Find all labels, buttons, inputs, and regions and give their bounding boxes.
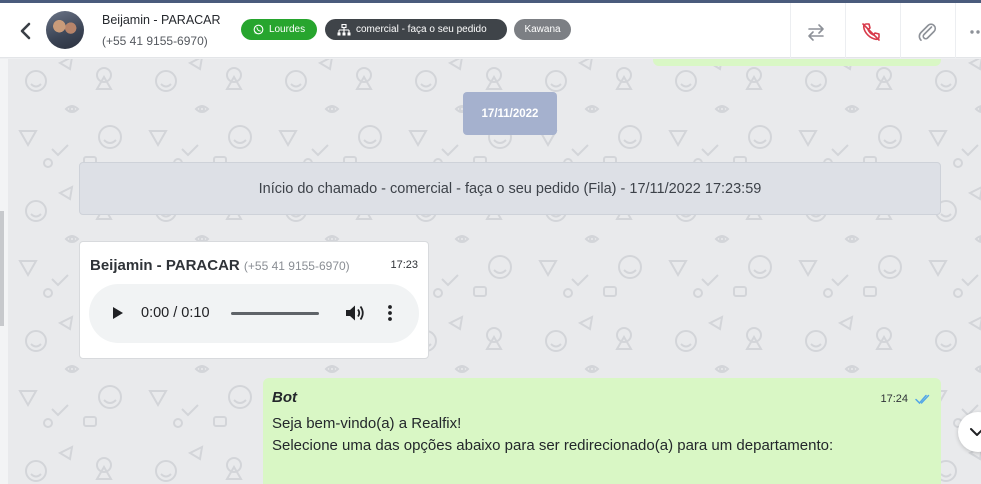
back-button[interactable] bbox=[16, 20, 36, 42]
sender-phone: (+55 41 9155-6970) bbox=[243, 259, 350, 273]
play-icon bbox=[113, 307, 123, 319]
contact-tag[interactable]: Kawana bbox=[514, 19, 571, 40]
message-text-line: Selecione uma das opções abaixo para ser… bbox=[272, 437, 834, 454]
message-sender: Beijamin - PARACAR (+55 41 9155-6970) bbox=[90, 257, 350, 274]
agent-tag-label: Lourdes bbox=[268, 24, 306, 35]
whatsapp-icon bbox=[253, 24, 264, 35]
audio-options-button[interactable] bbox=[387, 303, 393, 323]
outgoing-bot-message: Bot 17:24 Seja bem-vindo(a) a Realfix! S… bbox=[263, 378, 941, 484]
header-divider bbox=[845, 3, 846, 58]
more-options-button[interactable] bbox=[968, 21, 981, 43]
more-icon bbox=[970, 30, 980, 34]
queue-tag[interactable]: comercial - faça o seu pedido bbox=[325, 19, 507, 40]
end-call-button[interactable] bbox=[860, 21, 882, 43]
date-separator: 17/11/2022 bbox=[463, 92, 557, 135]
chevron-down-icon bbox=[970, 428, 981, 436]
chat-area[interactable]: 17/11/2022 Início do chamado - comercial… bbox=[0, 59, 981, 484]
message-sender: Bot bbox=[272, 389, 297, 406]
audio-player[interactable]: 0:00 / 0:10 bbox=[89, 284, 419, 343]
kebab-menu-icon bbox=[388, 305, 392, 321]
sender-name: Beijamin - PARACAR bbox=[90, 257, 240, 274]
chat-header: Beijamin - PARACAR (+55 41 9155-6970) Lo… bbox=[0, 3, 981, 58]
contact-name[interactable]: Beijamin - PARACAR bbox=[102, 13, 221, 27]
attach-button[interactable] bbox=[916, 21, 938, 43]
read-receipt-icon bbox=[915, 394, 930, 405]
audio-progress-bar[interactable] bbox=[231, 312, 319, 315]
contact-tag-label: Kawana bbox=[524, 24, 561, 35]
system-message: Início do chamado - comercial - faça o s… bbox=[79, 162, 941, 215]
queue-tag-label: comercial - faça o seu pedido bbox=[356, 24, 487, 35]
message-text-line: Seja bem-vindo(a) a Realfix! bbox=[272, 415, 462, 432]
agent-tag[interactable]: Lourdes bbox=[241, 19, 317, 40]
volume-button[interactable] bbox=[344, 303, 366, 323]
chevron-left-icon bbox=[20, 22, 31, 40]
header-divider bbox=[790, 3, 791, 58]
volume-icon bbox=[346, 305, 364, 321]
sitemap-icon bbox=[337, 23, 351, 35]
end-call-icon bbox=[862, 23, 880, 41]
previous-message-bubble bbox=[653, 59, 941, 66]
play-button[interactable] bbox=[111, 306, 125, 320]
attach-icon bbox=[918, 23, 937, 41]
transfer-button[interactable] bbox=[805, 21, 827, 43]
avatar[interactable] bbox=[46, 11, 84, 49]
incoming-audio-message: Beijamin - PARACAR (+55 41 9155-6970) 17… bbox=[79, 241, 429, 359]
transfer-icon bbox=[808, 24, 824, 41]
contact-phone: (+55 41 9155-6970) bbox=[102, 34, 208, 48]
message-time: 17:23 bbox=[390, 259, 418, 271]
left-panel-edge bbox=[0, 59, 8, 484]
audio-time-display: 0:00 / 0:10 bbox=[141, 305, 210, 321]
header-divider bbox=[900, 3, 901, 58]
message-time: 17:24 bbox=[880, 393, 908, 405]
scrollbar-thumb[interactable] bbox=[0, 211, 4, 326]
header-divider bbox=[955, 3, 956, 58]
